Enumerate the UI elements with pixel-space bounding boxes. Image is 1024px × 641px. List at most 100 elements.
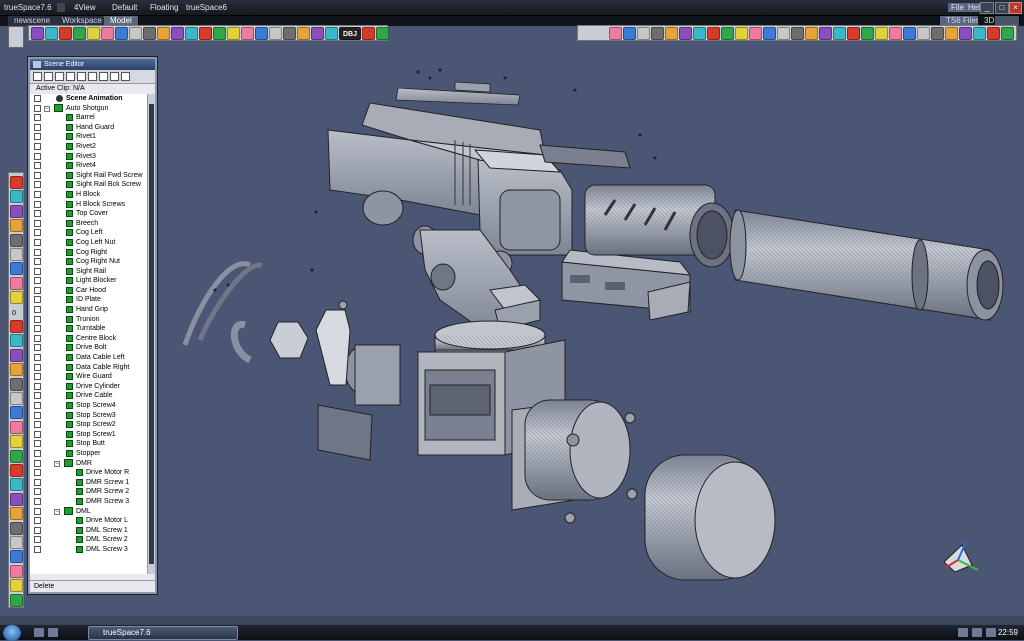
- scene-tree-item[interactable]: Drive Motor L: [30, 516, 147, 526]
- visibility-checkbox[interactable]: [34, 392, 41, 400]
- right-tool-icon-28[interactable]: [987, 27, 1000, 40]
- visibility-checkbox[interactable]: [34, 258, 41, 266]
- scene-tree-item[interactable]: Car Hood: [30, 286, 147, 296]
- right-tool-icon-23[interactable]: [917, 27, 930, 40]
- scene-tree-item[interactable]: Cog Right Nut: [30, 257, 147, 267]
- scene-tree-item[interactable]: Breech: [30, 219, 147, 229]
- scene-tree-item[interactable]: Cog Left Nut: [30, 238, 147, 248]
- switch-windows-icon[interactable]: [48, 628, 58, 637]
- scene-tree-item[interactable]: Sight Rail: [30, 267, 147, 277]
- scene-tree-item[interactable]: Drive Motor R: [30, 468, 147, 478]
- scene-tree-item[interactable]: Stopper: [30, 449, 147, 459]
- scene-tree-item[interactable]: Barrel: [30, 113, 147, 123]
- right-tool-icon-18[interactable]: [847, 27, 860, 40]
- scene-tree-item[interactable]: Rivet2: [30, 142, 147, 152]
- visibility-checkbox[interactable]: [34, 440, 41, 448]
- left-tool-icon-8[interactable]: [129, 27, 142, 40]
- scene-tree-item[interactable]: − DML: [30, 506, 147, 517]
- scene-tree-item[interactable]: Sight Rail Fwd Screw: [30, 171, 147, 181]
- visibility-checkbox[interactable]: [34, 449, 41, 457]
- minimize-button[interactable]: _: [980, 2, 994, 14]
- right-tool-icon-4[interactable]: [651, 27, 664, 40]
- volume-icon[interactable]: [986, 628, 996, 637]
- visibility-checkbox[interactable]: [34, 200, 41, 208]
- right-tool-icon-9[interactable]: [721, 27, 734, 40]
- model-sight-rail[interactable]: [395, 81, 521, 106]
- visibility-checkbox[interactable]: [34, 363, 41, 371]
- se-tool-icon-2[interactable]: [44, 72, 53, 81]
- scene-tree-item[interactable]: Top Cover: [30, 209, 147, 219]
- visibility-checkbox[interactable]: [34, 219, 41, 227]
- se-tool-icon-7[interactable]: [99, 72, 108, 81]
- show-desktop-icon[interactable]: [34, 628, 44, 637]
- scene-tree-item[interactable]: H Block: [30, 190, 147, 200]
- visibility-checkbox[interactable]: [34, 411, 41, 419]
- tray-icon-2[interactable]: [972, 628, 982, 637]
- right-tool-icon-26[interactable]: [959, 27, 972, 40]
- visibility-checkbox[interactable]: [34, 334, 41, 342]
- se-tool-icon-3[interactable]: [55, 72, 64, 81]
- visibility-checkbox[interactable]: [34, 488, 41, 496]
- left-tool-icon-6[interactable]: [101, 27, 114, 40]
- scene-tree-item[interactable]: Cog Left: [30, 228, 147, 238]
- maximize-button[interactable]: □: [995, 2, 1009, 14]
- scene-tree-item[interactable]: Cog Right: [30, 248, 147, 258]
- scene-tree-item[interactable]: Drive Bolt: [30, 343, 147, 353]
- visibility-checkbox[interactable]: [34, 306, 41, 314]
- scene-tree-item[interactable]: DMR Screw 2: [30, 487, 147, 497]
- scene-tree-item[interactable]: Rivet3: [30, 152, 147, 162]
- model-barrel-shroud[interactable]: [584, 184, 735, 268]
- tray-icon-1[interactable]: [958, 628, 968, 637]
- model-barrel[interactable]: [729, 209, 1004, 321]
- visibility-checkbox[interactable]: [34, 152, 41, 160]
- visibility-checkbox[interactable]: [34, 238, 41, 246]
- left-tool-icon-7[interactable]: [115, 27, 128, 40]
- left-tool-icon-20[interactable]: [297, 27, 310, 40]
- expand-toggle-icon[interactable]: −: [54, 460, 60, 467]
- se-tool-icon-6[interactable]: [88, 72, 97, 81]
- scene-tree-item[interactable]: DML Screw 3: [30, 545, 147, 555]
- right-tool-icon-11[interactable]: [749, 27, 762, 40]
- visibility-checkbox[interactable]: [34, 123, 41, 131]
- visibility-checkbox[interactable]: [34, 171, 41, 179]
- scene-tree-item[interactable]: DMR Screw 1: [30, 478, 147, 488]
- close-button[interactable]: ×: [1009, 2, 1022, 14]
- dbj-button[interactable]: DBJ: [339, 27, 361, 40]
- scene-tree-item[interactable]: ID Plate: [30, 295, 147, 305]
- visibility-checkbox[interactable]: [34, 162, 41, 170]
- left-tool-icon-13[interactable]: [199, 27, 212, 40]
- scene-tree-item[interactable]: Sight Rail Bck Screw: [30, 180, 147, 190]
- left-tool-icon-10[interactable]: [157, 27, 170, 40]
- right-tool-icon-25[interactable]: [945, 27, 958, 40]
- visibility-checkbox[interactable]: [34, 248, 41, 256]
- visibility-checkbox[interactable]: [34, 95, 41, 102]
- left-tool-icon-15[interactable]: [227, 27, 240, 40]
- left-tool-icon-24[interactable]: [376, 27, 389, 40]
- visibility-checkbox[interactable]: [34, 142, 41, 150]
- right-tool-icon-14[interactable]: [791, 27, 804, 40]
- visibility-checkbox[interactable]: [34, 267, 41, 275]
- right-tool-icon-20[interactable]: [875, 27, 888, 40]
- visibility-checkbox[interactable]: [34, 344, 41, 352]
- visibility-checkbox[interactable]: [34, 133, 41, 141]
- left-tool-icon-18[interactable]: [269, 27, 282, 40]
- left-tool-icon-5[interactable]: [87, 27, 100, 40]
- scene-tree-item[interactable]: Light Blocker: [30, 276, 147, 286]
- scene-tree-item[interactable]: Centre Block: [30, 334, 147, 344]
- visibility-checkbox[interactable]: [34, 459, 41, 467]
- taskbar-item-truespace[interactable]: trueSpace7.6: [88, 626, 238, 640]
- right-tool-icon-12[interactable]: [763, 27, 776, 40]
- left-tool-icon-12[interactable]: [185, 27, 198, 40]
- scene-tree-item[interactable]: − DMR: [30, 458, 147, 469]
- scene-tree-item[interactable]: Stop Screw2: [30, 420, 147, 430]
- scene-tree-item[interactable]: DML Screw 1: [30, 526, 147, 536]
- right-tool-icon-2[interactable]: [623, 27, 636, 40]
- model-cog-small[interactable]: [269, 321, 309, 359]
- left-tool-icon-3[interactable]: [59, 27, 72, 40]
- visibility-checkbox[interactable]: [34, 325, 41, 333]
- right-tool-icon-22[interactable]: [903, 27, 916, 40]
- app-menu-icon[interactable]: [57, 3, 65, 12]
- right-tool-icon-27[interactable]: [973, 27, 986, 40]
- scene-tree-item[interactable]: Trunion: [30, 315, 147, 325]
- layout-floating[interactable]: Floating: [150, 3, 178, 12]
